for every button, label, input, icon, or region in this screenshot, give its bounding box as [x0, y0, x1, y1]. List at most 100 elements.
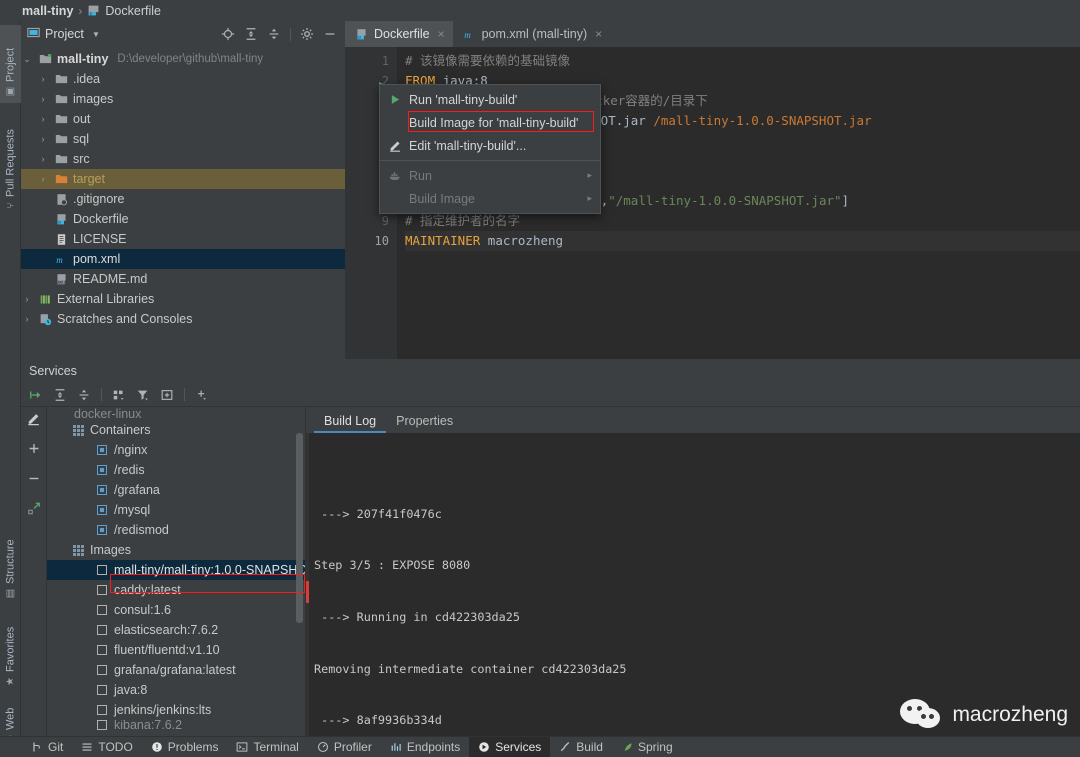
services-row-mysql[interactable]: /mysql: [47, 500, 305, 520]
services-row-containers[interactable]: Containers: [47, 420, 305, 440]
expand-twisty-icon[interactable]: ›: [21, 294, 33, 304]
tab-dockerfile[interactable]: D Dockerfile ×: [345, 21, 453, 47]
tree-row-sql[interactable]: › sql: [21, 129, 345, 149]
expand-twisty-icon[interactable]: ›: [21, 314, 33, 324]
status-item-label: Endpoints: [407, 740, 460, 754]
services-icon: [478, 741, 490, 753]
chevron-down-icon[interactable]: ▼: [89, 27, 103, 41]
services-row-kibana[interactable]: kibana:7.6.2: [47, 720, 305, 730]
breadcrumb-project[interactable]: mall-tiny: [22, 4, 73, 18]
sidebar-item-pull-requests[interactable]: ⑂ Pull Requests: [0, 113, 21, 217]
filter-icon[interactable]: [136, 388, 150, 402]
context-menu[interactable]: Run 'mall-tiny-build' Build Image for 'm…: [379, 84, 601, 214]
tree-row-images[interactable]: › images: [21, 89, 345, 109]
pull-request-icon: ⑂: [6, 201, 16, 212]
menu-item-build-image-for[interactable]: Build Image for 'mall-tiny-build': [380, 111, 600, 134]
services-tree[interactable]: docker-linux Containers /nginx /redis /g…: [47, 407, 305, 736]
edit-icon[interactable]: [27, 411, 41, 425]
tree-row-scratches[interactable]: › Scratches and Consoles: [21, 309, 345, 329]
status-item-terminal[interactable]: Terminal: [227, 737, 307, 757]
plus-icon[interactable]: [27, 441, 41, 455]
services-row-grafana[interactable]: /grafana: [47, 480, 305, 500]
tab-pom-xml[interactable]: m pom.xml (mall-tiny) ×: [453, 21, 611, 47]
services-row-caddy[interactable]: caddy:latest: [47, 580, 305, 600]
project-view-selector[interactable]: Project ▼: [27, 26, 215, 42]
services-row-redismod[interactable]: /redismod: [47, 520, 305, 540]
add-tab-icon[interactable]: [160, 388, 174, 402]
services-row-elasticsearch[interactable]: elasticsearch:7.6.2: [47, 620, 305, 640]
services-row-consul[interactable]: consul:1.6: [47, 600, 305, 620]
profiler-icon: [317, 741, 329, 753]
sidebar-item-structure[interactable]: ▤ Structure: [0, 529, 21, 605]
build-log-content[interactable]: ---> 207f41f0476c Step 3/5 : EXPOSE 8080…: [306, 433, 1080, 736]
collapse-all-icon[interactable]: [77, 388, 91, 402]
close-icon[interactable]: ×: [595, 27, 602, 41]
expand-twisty-icon[interactable]: ›: [37, 94, 49, 104]
status-item-todo[interactable]: TODO: [72, 737, 141, 757]
tree-row-out[interactable]: › out: [21, 109, 345, 129]
minimize-icon[interactable]: [323, 27, 337, 41]
status-item-profiler[interactable]: Profiler: [308, 737, 381, 757]
services-row-docker-linux[interactable]: docker-linux: [47, 408, 305, 420]
locate-icon[interactable]: [221, 27, 235, 41]
services-row-grafana-image[interactable]: grafana/grafana:latest: [47, 660, 305, 680]
tree-label: Dockerfile: [73, 212, 129, 226]
tab-label: Dockerfile: [374, 27, 430, 41]
tree-row-pom-xml[interactable]: m pom.xml: [21, 249, 345, 269]
services-row-redis[interactable]: /redis: [47, 460, 305, 480]
sidebar-item-project[interactable]: ▣ Project: [0, 25, 21, 103]
tab-properties[interactable]: Properties: [386, 414, 463, 433]
expand-twisty-icon[interactable]: ›: [37, 174, 49, 184]
status-item-label: TODO: [98, 740, 132, 754]
services-row-java8[interactable]: java:8: [47, 680, 305, 700]
tree-row-target[interactable]: › target: [21, 169, 345, 189]
services-row-jenkins[interactable]: jenkins/jenkins:lts: [47, 700, 305, 720]
status-item-endpoints[interactable]: Endpoints: [381, 737, 469, 757]
group-icon[interactable]: [112, 388, 126, 402]
code-line: # 该镜像需要依赖的基础镜像: [405, 51, 1080, 71]
services-row-fluentd[interactable]: fluent/fluentd:v1.10: [47, 640, 305, 660]
services-tree-scrollbar[interactable]: [296, 433, 303, 623]
tree-row-src[interactable]: › src: [21, 149, 345, 169]
menu-item-run-build[interactable]: Run 'mall-tiny-build': [380, 88, 600, 111]
status-item-git[interactable]: Git: [22, 737, 72, 757]
tree-row-readme[interactable]: MD README.md: [21, 269, 345, 289]
menu-item-build-image-submenu[interactable]: Build Image ▸: [380, 187, 600, 210]
expand-all-icon[interactable]: [53, 388, 67, 402]
services-row-nginx[interactable]: /nginx: [47, 440, 305, 460]
sidebar-item-pull-requests-label: Pull Requests: [5, 129, 17, 197]
expand-twisty-icon[interactable]: ›: [37, 154, 49, 164]
status-item-services[interactable]: Services: [469, 737, 550, 757]
tree-row-external-libraries[interactable]: › External Libraries: [21, 289, 345, 309]
services-row-mall-tiny-image[interactable]: mall-tiny/mall-tiny:1.0.0-SNAPSHOT: [47, 560, 305, 580]
status-item-build[interactable]: Build: [550, 737, 612, 757]
folder-orange-icon: [53, 173, 69, 185]
project-tree[interactable]: ⌄ mall-tiny D:\developer\github\mall-tin…: [21, 47, 345, 359]
menu-item-edit-build[interactable]: Edit 'mall-tiny-build'...: [380, 134, 600, 157]
status-item-problems[interactable]: Problems: [142, 737, 228, 757]
tree-row-gitignore[interactable]: .gitignore: [21, 189, 345, 209]
sidebar-item-favorites[interactable]: ★ Favorites: [0, 615, 21, 693]
breadcrumb-file[interactable]: D Dockerfile: [87, 4, 161, 18]
expand-twisty-icon[interactable]: ›: [37, 74, 49, 84]
status-bar: Git TODO Problems Terminal Profiler: [0, 736, 1080, 757]
expand-twisty-icon[interactable]: ›: [37, 134, 49, 144]
expand-twisty-icon[interactable]: ›: [37, 114, 49, 124]
plus-icon[interactable]: [195, 388, 209, 402]
menu-item-run-submenu[interactable]: Run ▸: [380, 164, 600, 187]
collapse-all-icon[interactable]: [267, 27, 281, 41]
tree-row-license[interactable]: LICENSE: [21, 229, 345, 249]
tree-row-dockerfile[interactable]: D Dockerfile: [21, 209, 345, 229]
services-row-images[interactable]: Images: [47, 540, 305, 560]
expand-icon[interactable]: [27, 501, 41, 515]
expand-twisty-icon[interactable]: ⌄: [21, 54, 33, 65]
tab-build-log[interactable]: Build Log: [314, 414, 386, 433]
gear-icon[interactable]: [300, 27, 314, 41]
expand-all-icon[interactable]: [244, 27, 258, 41]
tree-row-mall-tiny[interactable]: ⌄ mall-tiny D:\developer\github\mall-tin…: [21, 49, 345, 69]
status-item-spring[interactable]: Spring: [612, 737, 682, 757]
close-icon[interactable]: ×: [438, 27, 445, 41]
tree-row-idea[interactable]: › .idea: [21, 69, 345, 89]
minus-icon[interactable]: [27, 471, 41, 485]
run-icon[interactable]: [29, 388, 43, 402]
